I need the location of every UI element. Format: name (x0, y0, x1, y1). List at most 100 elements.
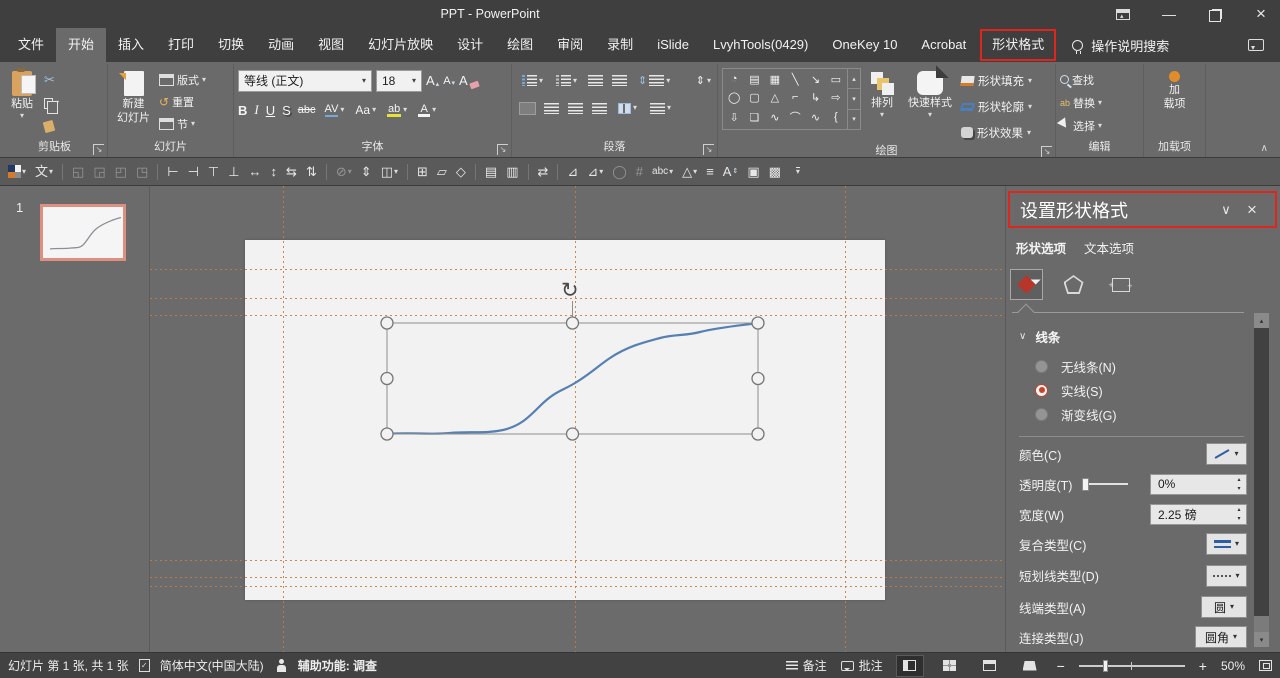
decrease-indent-button[interactable] (588, 75, 603, 86)
selection-handles[interactable] (381, 317, 764, 440)
scroll-thumb[interactable] (1254, 328, 1269, 616)
shape-gallery-scroll[interactable]: ▴ ▾ ▾ (848, 68, 861, 130)
transparency-spinner[interactable]: 0% ▴▾ (1150, 474, 1247, 495)
new-slide-button[interactable]: 新建 幻灯片 (112, 68, 155, 127)
section-button[interactable]: 节▾ (159, 114, 206, 133)
text-direction-button[interactable]: ⇕▾ (694, 72, 713, 89)
spin-down-icon[interactable]: ▾ (1232, 514, 1246, 524)
slide-counter[interactable]: 幻灯片 第 1 张, 共 1 张 (8, 657, 129, 674)
merge-shapes-button[interactable]: ◫▾ (381, 165, 398, 178)
effects-tab[interactable] (1057, 269, 1090, 300)
notes-button[interactable]: 备注 (786, 657, 827, 674)
solid-line-option[interactable]: 实线(S) (1006, 378, 1280, 402)
shape-icon[interactable]: ⌒ (790, 109, 801, 125)
layers-button[interactable]: ▩ (769, 165, 781, 178)
shape-icon[interactable]: ↘ (811, 73, 820, 86)
align-left-button[interactable] (520, 103, 535, 114)
swap-vertical-button[interactable]: ⇅ (306, 165, 317, 178)
textbox-horizontal-button[interactable]: ▤ (485, 165, 497, 178)
close-button[interactable]: × (1252, 5, 1270, 23)
bring-forward-button[interactable]: ◱ (72, 165, 84, 178)
asian-layout-button[interactable]: 文▾ (35, 165, 53, 178)
comment-icon[interactable] (1248, 39, 1264, 51)
gradient-line-option[interactable]: 渐变线(G) (1006, 402, 1280, 426)
tab-islide[interactable]: iSlide (645, 28, 701, 62)
tab-onekey[interactable]: OneKey 10 (820, 28, 909, 62)
swap-horizontal-button[interactable]: ⇆ (286, 165, 297, 178)
minimize-button[interactable]: — (1160, 5, 1178, 23)
shape-icon[interactable]: ▦ (770, 73, 780, 86)
align-center-button[interactable] (544, 103, 559, 114)
change-shape-button[interactable]: ⇄ (538, 165, 549, 178)
tab-home[interactable]: 开始 (56, 28, 106, 62)
restore-button[interactable] (1206, 5, 1224, 23)
fill-line-tab[interactable] (1010, 269, 1043, 300)
proofing-button[interactable]: ✓ (139, 659, 150, 672)
gallery-more-icon[interactable]: ▾ (848, 109, 860, 129)
send-to-back-button[interactable]: ◳ (136, 165, 148, 178)
shape-icon[interactable]: ❏ (750, 111, 760, 124)
theme-colors-button[interactable]: ▾ (8, 165, 26, 178)
rotate-flip-button[interactable]: △▾ (682, 165, 697, 178)
shape-icon[interactable]: ▭ (831, 73, 841, 86)
shape-outline-button[interactable]: 形状轮廓▾ (961, 96, 1032, 117)
text-effects-button[interactable]: abc▾ (652, 167, 673, 177)
no-line-option[interactable]: 无线条(N) (1006, 354, 1280, 378)
dialog-launcher-icon[interactable]: ↘ (1041, 146, 1052, 157)
select-button[interactable]: 选择▾ (1060, 116, 1102, 135)
spin-up-icon[interactable]: ▴ (1232, 475, 1246, 485)
freeform-shape-button[interactable]: ⊿ (567, 165, 578, 178)
accessibility-status[interactable]: 辅助功能: 调查 (298, 657, 377, 674)
align-left-edges-button[interactable]: ⊢ (167, 165, 178, 178)
reading-view-button[interactable] (977, 656, 1003, 676)
clear-format-button[interactable]: A (459, 73, 479, 88)
tab-text-options[interactable]: 文本选项 (1084, 238, 1134, 257)
cut-button[interactable]: ✂ (42, 70, 61, 90)
style-brush-button[interactable]: ▱ (437, 165, 447, 178)
scroll-down-icon[interactable]: ▾ (1254, 632, 1269, 647)
textbox-vertical-button[interactable]: ▥ (506, 165, 518, 178)
slide-layout-button[interactable]: ▣ (747, 165, 759, 178)
distribute-vertical-button[interactable]: ↕ (271, 165, 278, 178)
dialog-launcher-icon[interactable]: ↘ (497, 144, 508, 155)
shape-icon[interactable]: { (834, 111, 838, 123)
slideshow-view-button[interactable] (1017, 656, 1043, 676)
bold-button[interactable]: B (238, 103, 247, 118)
width-spinner[interactable]: 2.25 磅 ▴▾ (1150, 504, 1247, 525)
zoom-slider-thumb[interactable] (1103, 660, 1108, 672)
scroll-up-icon[interactable]: ▴ (848, 69, 860, 88)
shadow-button[interactable]: S (282, 103, 291, 118)
insert-picture-button[interactable]: ⊞ (417, 165, 428, 178)
tell-me-search[interactable]: 操作说明搜索 (1072, 28, 1169, 62)
panel-scrollbar[interactable]: ▴ ▾ (1254, 313, 1269, 647)
highlight-color-button[interactable]: ab▾ (385, 102, 409, 119)
tab-insert[interactable]: 插入 (106, 28, 156, 62)
slide-canvas[interactable]: ↻ (150, 186, 1005, 652)
cap-type-select[interactable]: 圆▾ (1201, 596, 1247, 618)
arrange-button[interactable]: 排列 ▾ (865, 68, 899, 122)
font-color-button[interactable]: A▾ (416, 102, 438, 119)
replace-button[interactable]: ab替换▾ (1060, 93, 1102, 112)
find-button[interactable]: 查找 (1060, 70, 1094, 89)
shape-icon[interactable]: ⇩ (730, 111, 739, 124)
bring-to-front-button[interactable]: ◰ (115, 165, 127, 178)
quick-styles-button[interactable]: 快速样式 ▾ (903, 68, 957, 122)
dialog-launcher-icon[interactable]: ↘ (93, 144, 104, 155)
italic-button[interactable]: I (254, 102, 258, 118)
dialog-launcher-icon[interactable]: ↘ (703, 144, 714, 155)
tab-view[interactable]: 视图 (306, 28, 356, 62)
dash-type-button[interactable]: ▾ (1206, 565, 1247, 587)
shape-icon[interactable]: ⇨ (831, 91, 840, 104)
toolbar-overflow-button[interactable]: ▾ (796, 167, 800, 176)
tab-file[interactable]: 文件 (6, 28, 56, 62)
freeform-shape-menu-button[interactable]: ⊿▾ (587, 165, 603, 178)
copy-button[interactable]: ▾ (42, 93, 61, 113)
fit-to-window-button[interactable] (1259, 660, 1272, 671)
shape-icon[interactable]: ◔ (731, 73, 738, 85)
zoom-in-button[interactable]: + (1199, 658, 1207, 674)
change-case-button[interactable]: Aa▾ (353, 101, 378, 119)
shape-icon[interactable]: ▤ (749, 73, 759, 86)
union-shapes-button[interactable]: ◯ (612, 165, 627, 178)
strikethrough-button[interactable]: abc (298, 104, 316, 116)
rotate-handle-icon[interactable]: ↻ (561, 279, 579, 302)
